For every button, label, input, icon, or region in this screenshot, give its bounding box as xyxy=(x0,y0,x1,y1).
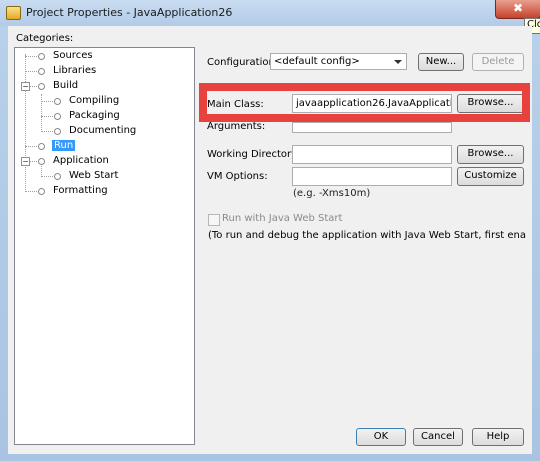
application-node-icon xyxy=(38,158,45,165)
dialog-window: Project Properties - JavaApplication26 ✖… xyxy=(0,0,540,461)
customize-button[interactable]: Customize xyxy=(457,167,524,186)
new-configuration-button[interactable]: New... xyxy=(418,53,464,71)
window-title: Project Properties - JavaApplication26 xyxy=(26,6,233,19)
delete-configuration-button[interactable]: Delete xyxy=(472,53,524,71)
vm-options-hint: (e.g. -Xms10m) xyxy=(293,188,371,199)
vm-options-label: VM Options: xyxy=(207,171,268,182)
tree-item-sources[interactable]: Sources xyxy=(53,50,93,61)
vm-options-field[interactable] xyxy=(292,167,452,186)
chevron-down-icon xyxy=(394,60,402,64)
web-start-note: (To run and debug the application with J… xyxy=(208,230,526,241)
sources-node-icon xyxy=(38,53,45,60)
web-start-checkbox-label: Run with Java Web Start xyxy=(222,213,343,224)
tree-item-libraries[interactable]: Libraries xyxy=(53,65,96,76)
tree-item-web-start[interactable]: Web Start xyxy=(69,170,118,181)
tree-item-compiling[interactable]: Compiling xyxy=(69,95,119,106)
close-icon: ✖ xyxy=(512,1,524,15)
arguments-field[interactable] xyxy=(292,122,452,133)
tree-item-build[interactable]: Build xyxy=(53,80,78,91)
tree-item-formatting[interactable]: Formatting xyxy=(53,185,108,196)
tree-line xyxy=(41,166,42,175)
tree-line xyxy=(41,94,42,130)
tree-item-run[interactable]: Run xyxy=(52,140,76,151)
build-collapse-icon[interactable]: − xyxy=(21,82,30,91)
web-start-checkbox[interactable] xyxy=(208,214,220,226)
build-node-icon xyxy=(38,83,45,90)
web-start-node-icon xyxy=(54,173,61,180)
configuration-value: <default config> xyxy=(274,56,360,67)
configuration-label: Configuration: xyxy=(207,57,279,68)
close-button[interactable]: ✖ xyxy=(495,0,540,19)
libraries-node-icon xyxy=(38,68,45,75)
packaging-node-icon xyxy=(54,113,61,120)
compiling-node-icon xyxy=(54,98,61,105)
title-bar[interactable]: Project Properties - JavaApplication26 ✖ xyxy=(0,0,540,26)
arguments-label: Arguments: xyxy=(207,121,266,132)
ok-button[interactable]: OK xyxy=(356,428,406,446)
configuration-select[interactable]: <default config> xyxy=(270,53,407,70)
cancel-button[interactable]: Cancel xyxy=(413,428,463,446)
documenting-node-icon xyxy=(54,128,61,135)
formatting-node-icon xyxy=(38,188,45,195)
categories-label: Categories: xyxy=(16,33,74,44)
run-node-icon xyxy=(38,143,45,150)
working-directory-browse-button[interactable]: Browse... xyxy=(457,145,524,164)
help-button[interactable]: Help xyxy=(472,428,524,446)
tree-item-documenting[interactable]: Documenting xyxy=(69,125,136,136)
working-directory-field[interactable] xyxy=(292,145,452,164)
categories-tree[interactable]: Sources Libraries − Build Compiling Pack… xyxy=(14,47,195,445)
application-collapse-icon[interactable]: − xyxy=(21,157,30,166)
working-directory-label: Working Directory: xyxy=(207,149,300,160)
tree-item-application[interactable]: Application xyxy=(53,155,109,166)
tree-line xyxy=(25,54,26,190)
highlight-box xyxy=(199,83,530,122)
project-icon xyxy=(6,6,21,20)
tree-item-packaging[interactable]: Packaging xyxy=(69,110,120,121)
